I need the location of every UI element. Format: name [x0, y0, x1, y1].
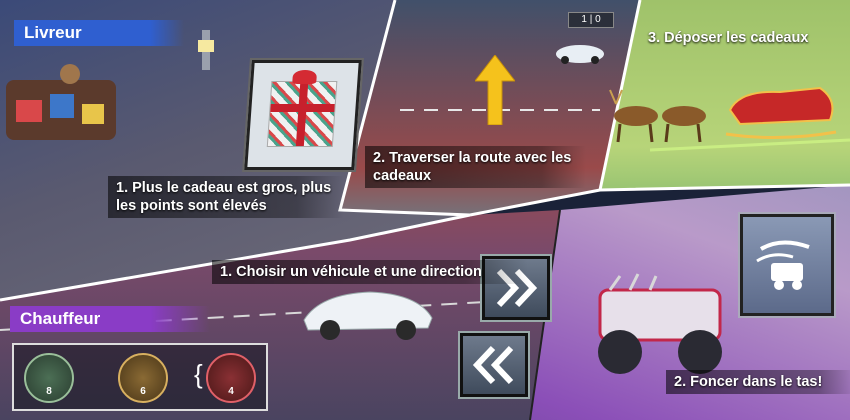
- vehicle-selector: 8 6 { 4: [12, 343, 268, 411]
- vehicle-option-3[interactable]: 4: [206, 353, 256, 403]
- game-tutorial-screen: 1 | 0 8 6 {4 Livreur Chauffeur 1. Plus …: [0, 0, 850, 420]
- livreur-step-3: 3. Déposer les cadeaux: [648, 30, 809, 46]
- white-car: [556, 45, 604, 64]
- vehicle-count: 8: [46, 386, 52, 397]
- reindeer-team: [609, 89, 706, 143]
- speeding-truck-icon-card: [740, 214, 834, 316]
- double-chevron-left-icon: [472, 345, 514, 385]
- vehicle-option-2[interactable]: 6: [118, 353, 168, 403]
- role-tag-chauffeur: Chauffeur: [10, 306, 210, 332]
- speeding-truck-icon: [756, 240, 810, 290]
- double-chevron-left-button[interactable]: [460, 333, 528, 397]
- santa-sleigh: [725, 86, 837, 140]
- vehicle-option-1[interactable]: 8: [24, 353, 74, 403]
- score-left: 1: [581, 14, 587, 25]
- arrow-up-icon: [475, 55, 515, 125]
- score-right: 0: [595, 14, 601, 25]
- chauffeur-step-2: 2. Foncer dans le tas!: [666, 370, 850, 394]
- vehicle-count: 6: [140, 386, 146, 397]
- livreur-step-1: 1. Plus le cadeau est gros, plus les poi…: [108, 176, 344, 218]
- sports-car: [303, 291, 433, 340]
- street-lamp: [198, 30, 214, 70]
- role-tag-livreur: Livreur: [14, 20, 184, 46]
- vehicle-count: 4: [228, 386, 234, 397]
- gift-icon: [266, 70, 338, 147]
- chauffeur-step-1: 1. Choisir un véhicule et une direction: [212, 260, 528, 284]
- score-counter: 1 | 0: [568, 12, 614, 28]
- monster-truck: [598, 273, 722, 374]
- livreur-step-2: 2. Traverser la route avec les cadeaux: [365, 146, 586, 188]
- couch-with-gifts: [6, 64, 116, 140]
- selection-bracket-left: {: [194, 359, 203, 389]
- gift-card: [244, 60, 362, 170]
